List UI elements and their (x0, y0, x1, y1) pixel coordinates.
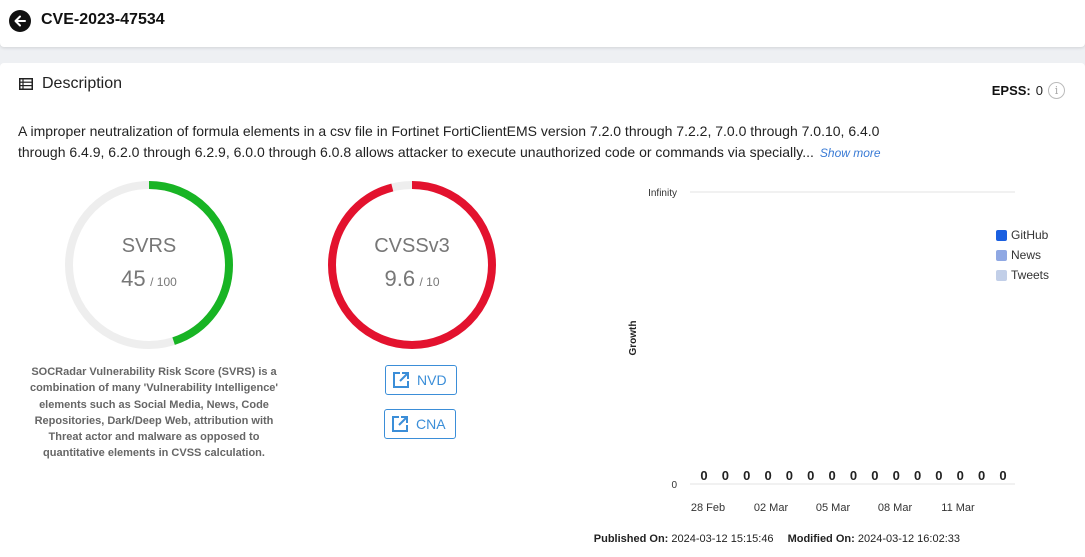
y-tick-label: Infinity (648, 188, 677, 199)
published-value: 2024-03-12 15:15:46 (671, 533, 774, 545)
legend-item[interactable]: GitHub (996, 225, 1049, 245)
external-link-icon (393, 372, 409, 388)
bar-data-label: 0 (935, 468, 942, 483)
cvss-gauge-ring (328, 181, 496, 349)
bar-data-label: 0 (957, 468, 964, 483)
y-axis-title: Growth (628, 321, 639, 356)
bar-data-label: 0 (850, 468, 857, 483)
modified-label: Modified On: (787, 533, 855, 545)
bar-data-label: 0 (893, 468, 900, 483)
svrs-value: 45 / 100 (62, 266, 236, 292)
svrs-label: SVRS (121, 235, 177, 257)
external-link-icon (392, 416, 408, 432)
x-tick-label: 05 Mar (816, 502, 851, 514)
bar-data-label: 0 (700, 468, 707, 483)
x-tick-label: 28 Feb (691, 502, 725, 514)
modified-date: Modified On: 2024-03-12 16:02:33 (788, 533, 960, 545)
published-label: Published On: (593, 533, 669, 545)
page-title: CVE-2023-47534 (41, 11, 165, 28)
legend-item[interactable]: Tweets (996, 265, 1049, 285)
page-header: CVE-2023-47534 (0, 0, 1085, 47)
cvss-value: 9.6 / 10 (325, 266, 499, 292)
info-icon[interactable]: i (1048, 82, 1065, 99)
legend-swatch (996, 269, 1007, 281)
x-tick-label: 02 Mar (754, 502, 789, 514)
dates-footer: Published On: 2024-03-12 15:15:46 Modifi… (594, 533, 960, 545)
svrs-max: / 100 (150, 275, 177, 289)
description-text: A improper neutralization of formula ele… (18, 123, 880, 160)
svrs-gauge-ring (65, 181, 233, 349)
svrs-score: 45 (121, 266, 146, 291)
epss-label: EPSS: (991, 83, 1031, 98)
bar-data-label: 0 (871, 468, 878, 483)
bar-data-label: 0 (914, 468, 921, 483)
bar-data-label: 0 (722, 468, 729, 483)
bar-data-label: 0 (829, 468, 836, 483)
published-date: Published On: 2024-03-12 15:15:46 (594, 533, 774, 545)
chart-legend: GitHub News Tweets (996, 225, 1049, 285)
cvss-label: CVSSv3 (374, 235, 450, 257)
legend-item[interactable]: News (996, 245, 1049, 265)
cna-label: CNA (416, 416, 446, 432)
back-button[interactable] (9, 10, 31, 32)
svrs-description: SOCRadar Vulnerability Risk Score (SVRS)… (29, 366, 279, 460)
bar-data-label: 0 (978, 468, 985, 483)
x-tick-label: 08 Mar (878, 502, 913, 514)
arrow-left-icon (14, 15, 26, 27)
legend-label: Tweets (1011, 268, 1050, 282)
x-tick-label: 11 Mar (941, 502, 975, 514)
cvss-max: / 10 (419, 275, 440, 289)
bar-data-label: 0 (786, 468, 793, 483)
description-text-block: A improper neutralization of formula ele… (18, 121, 898, 164)
cvss-score: 9.6 (384, 266, 416, 291)
legend-swatch (996, 249, 1007, 261)
bar-data-label: 0 (764, 468, 771, 483)
epss-value: 0 (1035, 83, 1043, 98)
description-heading: Description (19, 75, 122, 93)
cvss-gauge: CVSSv3 9.6 / 10 (325, 178, 499, 352)
description-title: Description (42, 75, 123, 92)
legend-swatch (996, 229, 1007, 241)
nvd-button[interactable]: NVD (385, 365, 457, 395)
epss-score: EPSS: 0 i (992, 82, 1065, 99)
cvss-gauge-arc (328, 181, 496, 349)
modified-value: 2024-03-12 16:02:33 (857, 533, 960, 545)
legend-label: News (1011, 248, 1042, 262)
nvd-label: NVD (417, 372, 447, 388)
bar-data-label: 0 (743, 468, 750, 483)
svrs-gauge: SVRS 45 / 100 (62, 178, 236, 352)
list-icon (19, 78, 33, 90)
bar-data-label: 0 (999, 468, 1006, 483)
cna-button[interactable]: CNA (384, 409, 456, 439)
bar-data-label: 0 (807, 468, 814, 483)
legend-label: GitHub (1011, 228, 1049, 242)
show-more-link[interactable]: Show more (820, 146, 881, 160)
y-tick-label: 0 (671, 480, 677, 491)
description-card: Description EPSS: 0 i A improper neutral… (0, 63, 1085, 557)
